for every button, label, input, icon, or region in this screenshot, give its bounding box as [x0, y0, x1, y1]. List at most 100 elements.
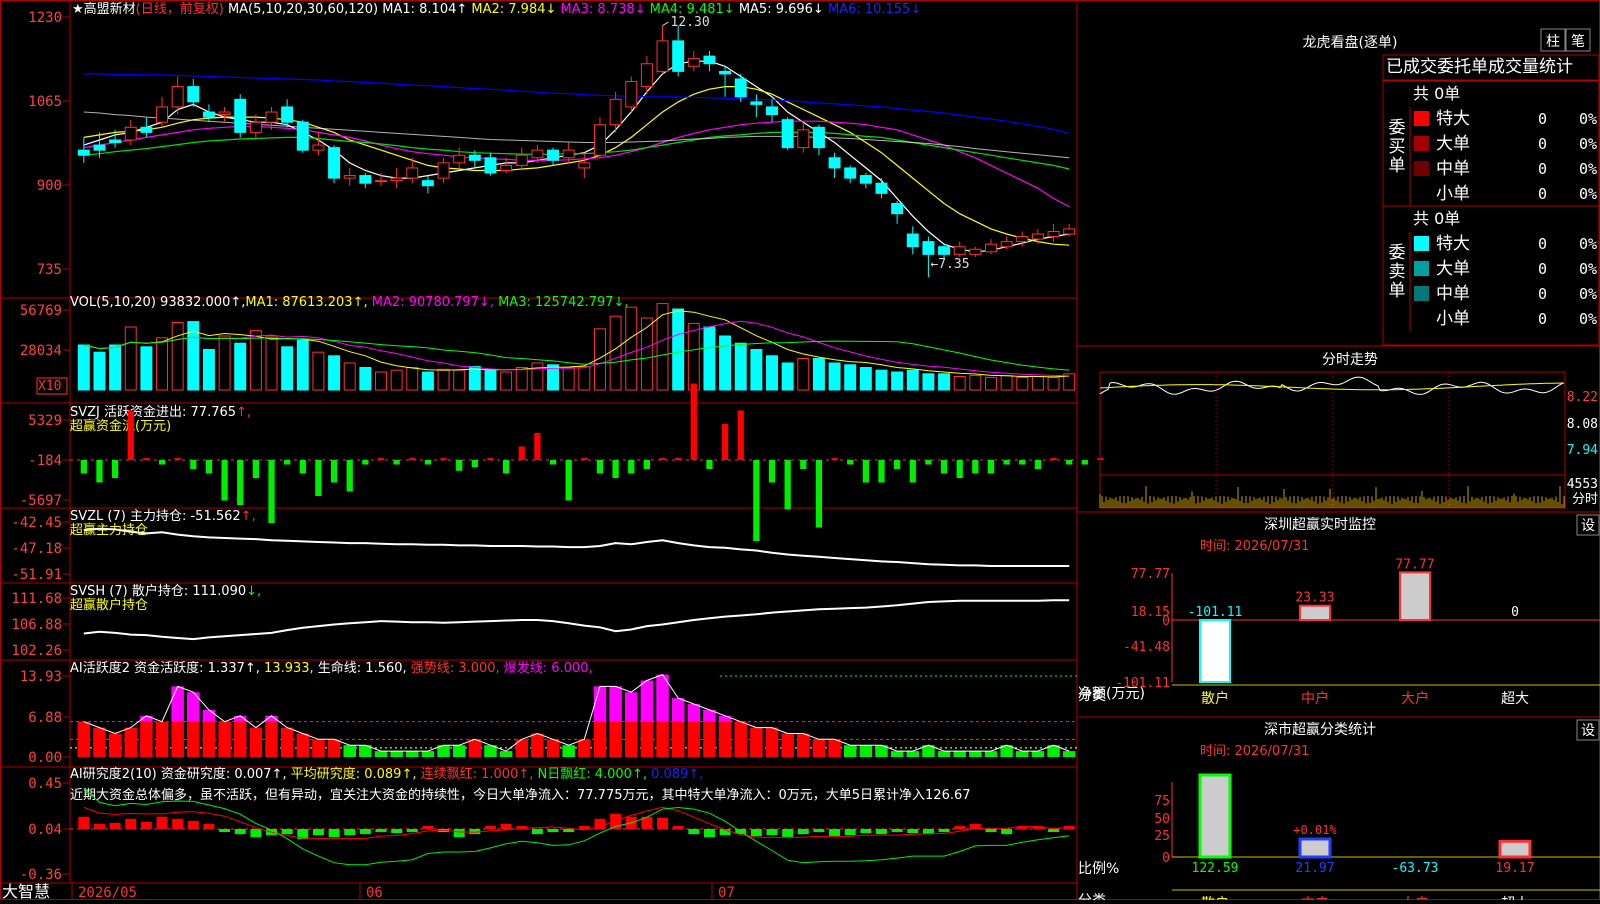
activity-bar[interactable]: [312, 739, 325, 757]
activity-bar[interactable]: [969, 751, 982, 757]
activity-bar[interactable]: [593, 721, 607, 757]
candle-down[interactable]: [468, 154, 481, 161]
candle-down[interactable]: [781, 119, 794, 149]
volume-bar[interactable]: [656, 303, 669, 391]
candle-up[interactable]: [390, 177, 403, 182]
research-bar[interactable]: [797, 829, 809, 835]
volume-bar[interactable]: [687, 322, 700, 391]
flow-bar[interactable]: [847, 460, 854, 465]
activity-bar[interactable]: [797, 733, 810, 757]
volume-bar[interactable]: [390, 369, 403, 391]
activity-bar[interactable]: [765, 727, 779, 757]
flow-bar[interactable]: [643, 460, 651, 469]
candle-up[interactable]: [531, 149, 544, 159]
activity-bar[interactable]: [953, 751, 966, 757]
activity-burst-bar[interactable]: [609, 686, 622, 722]
flow-bar[interactable]: [831, 458, 838, 460]
activity-bar[interactable]: [828, 739, 841, 757]
activity-bar[interactable]: [468, 739, 482, 757]
candle-up[interactable]: [124, 126, 137, 141]
candle-down[interactable]: [719, 70, 732, 75]
flow-bar[interactable]: [252, 460, 259, 478]
research-bar[interactable]: [78, 816, 90, 829]
flow-bar[interactable]: [815, 460, 823, 528]
activity-bar[interactable]: [812, 739, 826, 757]
candle-up[interactable]: [578, 162, 591, 169]
flow-bar[interactable]: [675, 458, 682, 460]
volume-bar[interactable]: [234, 342, 247, 391]
activity-burst-bar[interactable]: [718, 715, 732, 722]
flow-bar[interactable]: [393, 460, 400, 465]
flow-bar[interactable]: [784, 460, 791, 510]
activity-bar[interactable]: [374, 751, 388, 757]
candle-down[interactable]: [187, 86, 200, 103]
research-bar[interactable]: [876, 829, 887, 835]
volume-bar[interactable]: [343, 362, 356, 391]
research-bar[interactable]: [1048, 829, 1060, 832]
flow-bar[interactable]: [800, 460, 807, 469]
activity-bar[interactable]: [499, 751, 513, 757]
candle-up[interactable]: [1016, 236, 1029, 243]
flow-bar[interactable]: [440, 458, 447, 460]
research-bar[interactable]: [782, 829, 794, 838]
activity-bar[interactable]: [421, 751, 435, 757]
candle-up[interactable]: [265, 111, 278, 123]
classify-bar[interactable]: [1298, 837, 1332, 859]
research-bar[interactable]: [1001, 829, 1013, 835]
research-bar[interactable]: [563, 829, 575, 832]
activity-burst-bar[interactable]: [171, 686, 184, 722]
candle-down[interactable]: [922, 241, 935, 255]
volume-bar[interactable]: [766, 355, 778, 391]
research-bar[interactable]: [140, 821, 152, 829]
flow-bar[interactable]: [534, 433, 541, 460]
candle-up[interactable]: [406, 167, 419, 179]
flow-bar[interactable]: [111, 460, 119, 478]
candle-down[interactable]: [234, 98, 247, 133]
candle-down[interactable]: [734, 78, 747, 98]
volume-bar[interactable]: [719, 335, 732, 391]
research-bar[interactable]: [860, 829, 872, 834]
activity-bar[interactable]: [406, 751, 419, 757]
activity-bar[interactable]: [1016, 751, 1029, 757]
flow-bar[interactable]: [940, 460, 948, 474]
flow-bar[interactable]: [190, 460, 197, 469]
volume-bar[interactable]: [453, 369, 466, 391]
volume-bar[interactable]: [1000, 375, 1013, 391]
research-bar[interactable]: [531, 829, 543, 835]
research-bar[interactable]: [344, 829, 356, 836]
monitor-bar[interactable]: [1399, 571, 1431, 622]
candle-up[interactable]: [985, 243, 997, 253]
activity-bar[interactable]: [562, 745, 575, 757]
volume-bar[interactable]: [828, 362, 841, 391]
flow-bar[interactable]: [237, 460, 244, 505]
volume-bar[interactable]: [953, 376, 966, 391]
volume-bar[interactable]: [750, 349, 763, 391]
research-bar[interactable]: [406, 829, 418, 832]
activity-bar[interactable]: [265, 721, 278, 757]
activity-bar[interactable]: [171, 721, 184, 757]
volume-bar[interactable]: [500, 371, 513, 391]
research-bar[interactable]: [500, 823, 512, 829]
activity-bar[interactable]: [1062, 751, 1076, 757]
volume-bar[interactable]: [328, 355, 341, 391]
activity-bar[interactable]: [296, 733, 310, 757]
activity-bar[interactable]: [233, 721, 247, 757]
volume-bar[interactable]: [109, 344, 122, 391]
volume-bar[interactable]: [985, 376, 997, 391]
flow-bar[interactable]: [409, 458, 416, 460]
candle-up[interactable]: [171, 86, 184, 108]
flow-bar[interactable]: [972, 460, 979, 474]
candle-up[interactable]: [1000, 241, 1013, 248]
flow-bar[interactable]: [377, 458, 385, 460]
activity-bar[interactable]: [390, 751, 403, 757]
volume-bar[interactable]: [156, 337, 168, 391]
flow-bar[interactable]: [581, 458, 588, 460]
research-bar[interactable]: [328, 829, 340, 838]
flow-bar[interactable]: [565, 460, 572, 501]
activity-bar[interactable]: [327, 739, 341, 757]
activity-bar[interactable]: [781, 733, 794, 757]
research-bar[interactable]: [485, 826, 496, 829]
volume-bar[interactable]: [218, 335, 231, 391]
activity-bar[interactable]: [77, 721, 91, 757]
research-bar[interactable]: [954, 826, 966, 829]
